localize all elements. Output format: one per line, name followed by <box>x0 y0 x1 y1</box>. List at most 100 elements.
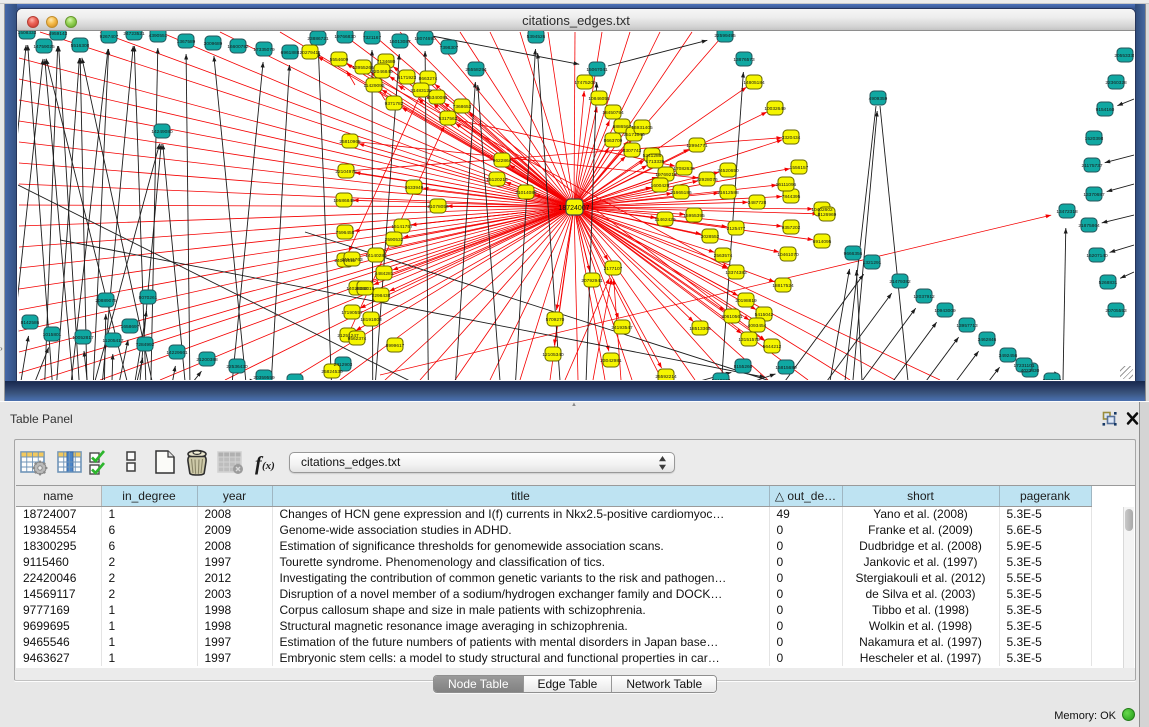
svg-text:21014088: 21014088 <box>515 190 537 196</box>
svg-text:8999617: 8999617 <box>386 343 405 349</box>
svg-text:16207140: 16207140 <box>1086 253 1108 259</box>
svg-text:3633949: 3633949 <box>405 185 424 191</box>
svg-text:21078056: 21078056 <box>427 204 449 210</box>
svg-text:5268831: 5268831 <box>1099 280 1118 286</box>
svg-text:1321291: 1321291 <box>863 260 882 266</box>
svg-text:24641763: 24641763 <box>341 257 363 263</box>
svg-text:12994771: 12994771 <box>686 143 708 149</box>
svg-text:20792941: 20792941 <box>581 278 603 284</box>
svg-text:14759025: 14759025 <box>33 44 55 50</box>
svg-text:3009689: 3009689 <box>204 41 223 47</box>
svg-text:7596458: 7596458 <box>336 230 355 236</box>
svg-text:25810965: 25810965 <box>339 139 361 145</box>
svg-text:13151575: 13151575 <box>738 337 760 343</box>
svg-text:21479382: 21479382 <box>889 279 911 285</box>
svg-text:4366608: 4366608 <box>286 379 305 380</box>
svg-text:25592214: 25592214 <box>655 374 677 380</box>
svg-text:13876573: 13876573 <box>733 57 755 63</box>
svg-text:7134680: 7134680 <box>377 59 396 65</box>
svg-text:3028552: 3028552 <box>701 234 720 240</box>
svg-text:10052817: 10052817 <box>72 335 94 341</box>
svg-text:25824530: 25824530 <box>321 369 343 375</box>
svg-text:7398307: 7398307 <box>440 45 459 51</box>
svg-text:1600429: 1600429 <box>651 183 670 189</box>
svg-text:5709270: 5709270 <box>546 317 565 323</box>
svg-text:22928076: 22928076 <box>696 177 718 183</box>
svg-text:5554609: 5554609 <box>330 57 349 63</box>
svg-text:7284992: 7284992 <box>136 342 155 348</box>
svg-text:3487728: 3487728 <box>748 200 767 206</box>
svg-text:20359559: 20359559 <box>253 375 275 380</box>
svg-text:14805184: 14805184 <box>743 80 765 86</box>
svg-text:8663709: 8663709 <box>604 138 623 144</box>
svg-text:24193547: 24193547 <box>611 325 633 331</box>
svg-text:18074690: 18074690 <box>414 36 436 42</box>
svg-text:23042981: 23042981 <box>600 358 622 364</box>
svg-text:22536430: 22536430 <box>226 364 248 370</box>
svg-text:20610561: 20610561 <box>721 314 743 320</box>
svg-text:11462429: 11462429 <box>655 217 676 223</box>
svg-text:9562374: 9562374 <box>348 336 367 342</box>
svg-text:9267407: 9267407 <box>100 34 119 40</box>
svg-text:19766830: 19766830 <box>334 34 356 40</box>
svg-text:21175737: 21175737 <box>1082 163 1103 169</box>
svg-text:11429096: 11429096 <box>364 83 385 89</box>
svg-text:24520650: 24520650 <box>717 168 739 174</box>
svg-text:2125477: 2125477 <box>727 226 746 232</box>
svg-text:1508333: 1508333 <box>18 31 37 36</box>
svg-text:9357202: 9357202 <box>782 225 801 231</box>
svg-text:3307743: 3307743 <box>623 148 642 154</box>
svg-text:5516308: 5516308 <box>71 43 90 49</box>
svg-text:14140283: 14140283 <box>365 253 387 259</box>
svg-text:11205417: 11205417 <box>103 338 124 344</box>
svg-text:2563574: 2563574 <box>714 253 733 259</box>
svg-text:21200388: 21200388 <box>196 357 218 363</box>
svg-text:25171046: 25171046 <box>623 132 645 138</box>
svg-text:21483129: 21483129 <box>410 88 432 94</box>
svg-text:7368653: 7368653 <box>453 104 472 110</box>
svg-text:25340081: 25340081 <box>426 95 448 101</box>
svg-text:10943009: 10943009 <box>934 308 956 314</box>
svg-text:22046845: 22046845 <box>371 69 393 75</box>
svg-text:22104975: 22104975 <box>335 169 357 175</box>
svg-text:16111095: 16111095 <box>776 182 797 188</box>
svg-text:21612588: 21612588 <box>717 190 739 196</box>
svg-text:10461070: 10461070 <box>777 252 799 258</box>
svg-text:15120218: 15120218 <box>486 177 508 183</box>
svg-text:19586846: 19586846 <box>333 198 355 204</box>
svg-text:5241286: 5241286 <box>643 153 662 159</box>
svg-text:23886721: 23886721 <box>307 36 329 42</box>
svg-text:18724007: 18724007 <box>558 205 589 212</box>
svg-text:14249080: 14249080 <box>151 129 173 135</box>
svg-text:5415042: 5415042 <box>755 312 774 318</box>
svg-text:1520398: 1520398 <box>1085 136 1104 142</box>
svg-text:4659019: 4659019 <box>356 286 375 292</box>
svg-text:17190557: 17190557 <box>341 310 363 316</box>
svg-text:6914095: 6914095 <box>813 239 832 245</box>
svg-text:8070261: 8070261 <box>139 295 158 301</box>
svg-text:13374383: 13374383 <box>725 270 747 276</box>
svg-text:2298438: 2298438 <box>372 293 391 299</box>
svg-text:17335079: 17335079 <box>253 47 275 53</box>
svg-text:18817524: 18817524 <box>772 283 794 289</box>
svg-text:3462846: 3462846 <box>978 337 997 343</box>
svg-text:9154160: 9154160 <box>1096 107 1115 113</box>
svg-text:9622864: 9622864 <box>493 158 512 164</box>
svg-text:22360328: 22360328 <box>1105 80 1127 86</box>
svg-text:20198819: 20198819 <box>735 298 757 304</box>
svg-text:4484281: 4484281 <box>375 271 394 277</box>
svg-text:1367589: 1367589 <box>177 39 196 45</box>
svg-text:8126969: 8126969 <box>818 212 837 218</box>
svg-text:1658697: 1658697 <box>121 324 140 330</box>
svg-text:5910979: 5910979 <box>712 378 731 380</box>
svg-text:18513365: 18513365 <box>689 326 711 332</box>
svg-text:16931405: 16931405 <box>631 125 653 131</box>
svg-text:6171923: 6171923 <box>398 75 417 81</box>
svg-text:13472318: 13472318 <box>1056 209 1078 215</box>
svg-text:10846056: 10846056 <box>588 96 610 102</box>
svg-text:(x): (x) <box>262 460 275 472</box>
svg-text:8003927: 8003927 <box>1043 378 1062 380</box>
svg-text:19769219: 19769219 <box>655 172 677 178</box>
svg-text:8155260: 8155260 <box>734 364 753 370</box>
svg-text:17231101: 17231101 <box>1014 363 1035 369</box>
